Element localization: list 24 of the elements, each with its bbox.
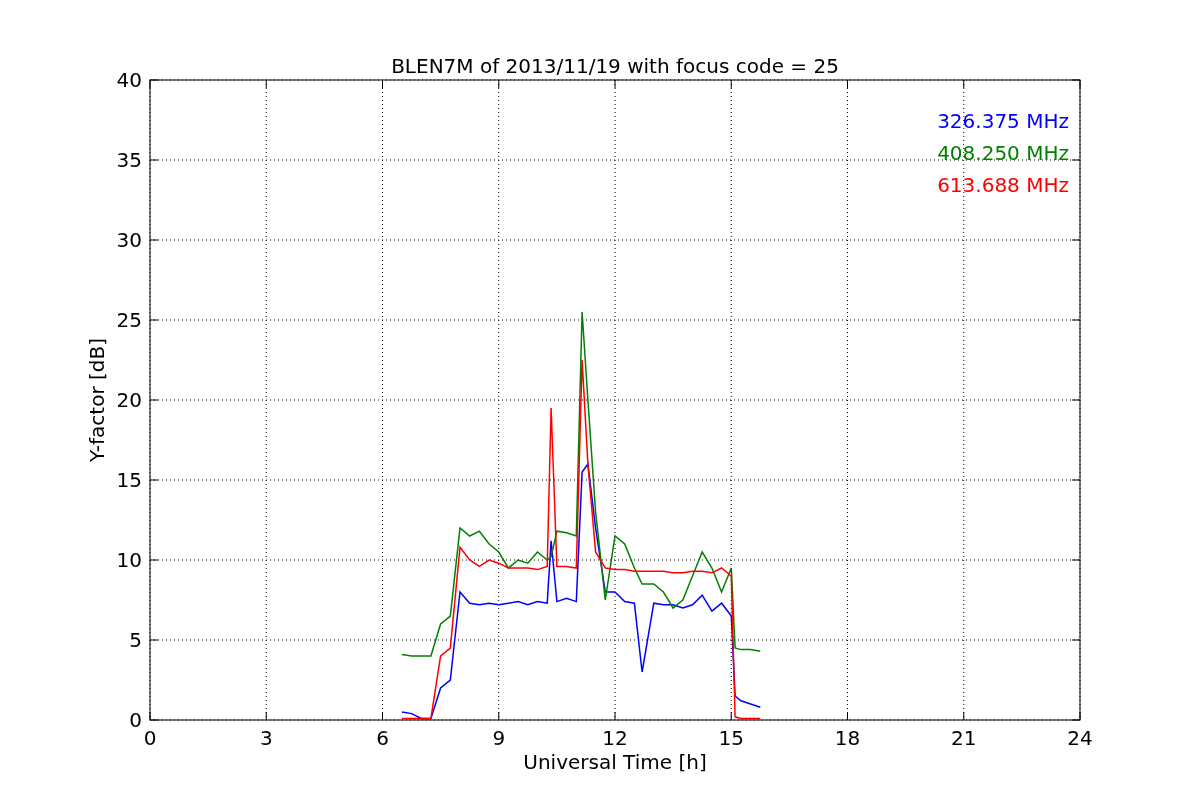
tick-label: 12 xyxy=(602,726,628,750)
tick-label: 30 xyxy=(116,228,142,252)
tick-label: 10 xyxy=(116,548,142,572)
tick-label: 5 xyxy=(129,628,142,652)
legend-label: 408.250 MHz xyxy=(937,141,1069,165)
tick-label: 24 xyxy=(1067,726,1093,750)
tick-label: 21 xyxy=(951,726,977,750)
tick-label: 0 xyxy=(143,726,157,750)
legend-label: 326.375 MHz xyxy=(937,109,1069,133)
tick-label: 35 xyxy=(116,148,142,172)
tick-label: 6 xyxy=(376,726,389,750)
axis-label: Y-factor [dB] xyxy=(85,338,109,462)
tick-label: 20 xyxy=(116,388,142,412)
chart-title: BLEN7M of 2013/11/19 with focus code = 25 xyxy=(391,54,839,78)
axis-label: Universal Time [h] xyxy=(523,750,707,774)
tick-label: 25 xyxy=(116,308,142,332)
legend-label: 613.688 MHz xyxy=(937,173,1069,197)
tick-label: 15 xyxy=(718,726,744,750)
tick-label: 3 xyxy=(259,726,273,750)
tick-label: 18 xyxy=(834,726,861,750)
tick-label: 40 xyxy=(116,68,142,92)
tick-label: 15 xyxy=(116,468,142,492)
tick-label: 0 xyxy=(129,708,142,732)
tick-label: 9 xyxy=(492,726,506,750)
